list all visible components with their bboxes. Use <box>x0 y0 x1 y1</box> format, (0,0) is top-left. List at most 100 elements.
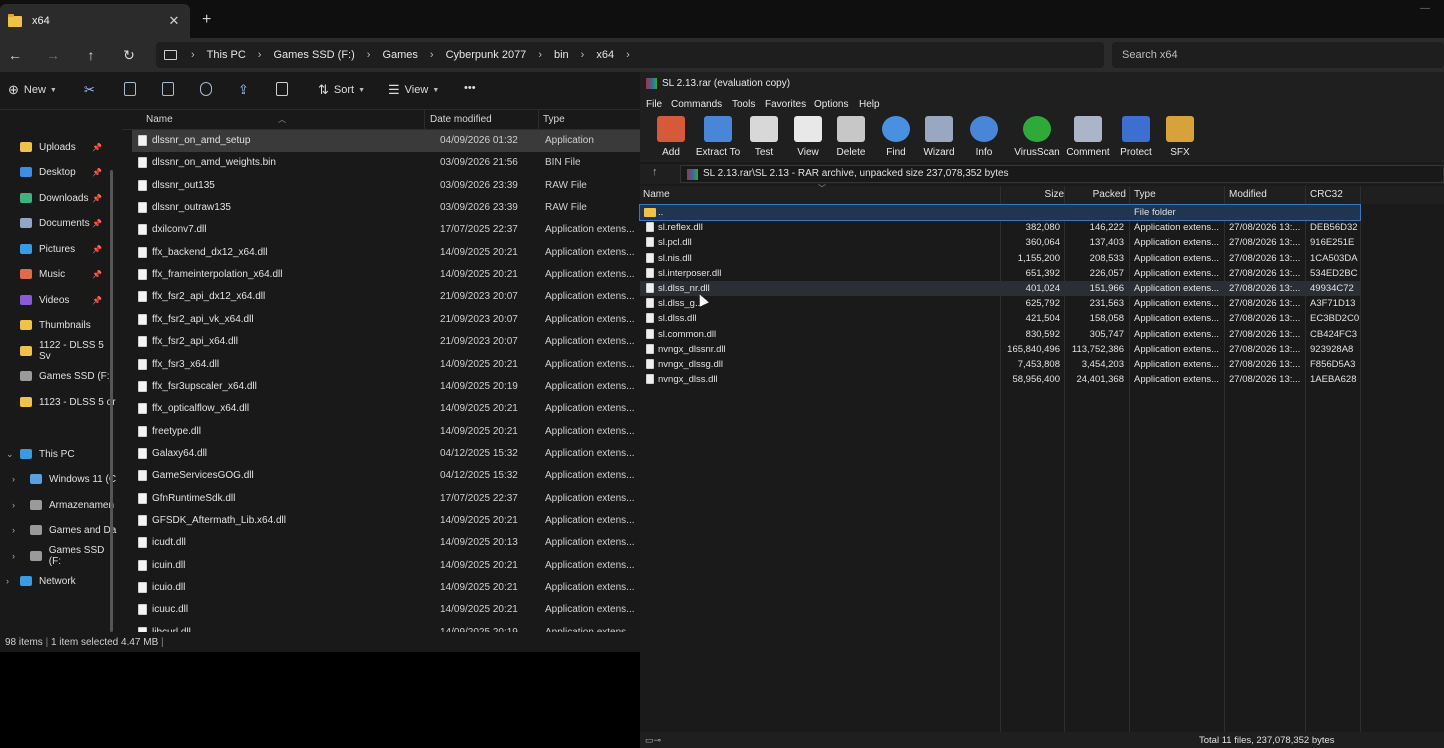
chevron-right-icon[interactable]: › <box>12 500 15 510</box>
archive-row[interactable]: sl.interposer.dll 651,392 226,057 Applicati… <box>640 266 1360 281</box>
file-row[interactable]: dlssnr_out135 03/09/2026 23:39 RAW File <box>132 175 640 197</box>
breadcrumb-bin[interactable]: bin <box>554 49 569 61</box>
tree-item-windows-11-c[interactable]: › Windows 11 (C <box>0 468 118 490</box>
tree-item-this-pc[interactable]: ⌄ This PC <box>0 443 118 465</box>
refresh-icon[interactable]: ↻ <box>118 44 140 66</box>
menu-options[interactable]: Options <box>814 99 848 110</box>
chevron-right-icon[interactable]: › <box>12 551 15 561</box>
file-row[interactable]: freetype.dll 14/09/2025 20:21 Application … <box>132 421 640 443</box>
column-name[interactable]: Name <box>643 189 670 200</box>
toolbar-sfx-button[interactable]: SFX <box>1154 116 1206 162</box>
sort-button[interactable]: ⇅ Sort ▼ <box>318 82 365 98</box>
view-button[interactable]: ☰ View ▼ <box>388 82 439 98</box>
file-row[interactable]: ffx_fsr2_api_vk_x64.dll 21/09/2023 20:07 A… <box>132 309 640 331</box>
file-row[interactable]: libcurl.dll14/09/2025 20:19Application e… <box>132 622 640 632</box>
breadcrumb[interactable]: › This PC › Games SSD (F:) › Games › Cyb… <box>156 42 1104 68</box>
file-row[interactable]: GFSDK_Aftermath_Lib.x64.dll 14/09/2025 20… <box>132 510 640 532</box>
nav-item-games-ssd-f-[interactable]: Games SSD (F:) <box>0 365 118 387</box>
file-row[interactable]: icuin.dll 14/09/2025 20:21 Application ext… <box>132 555 640 577</box>
nav-item-videos[interactable]: Videos 📌 <box>0 289 118 311</box>
forward-icon[interactable]: → <box>42 44 64 66</box>
breadcrumb-games[interactable]: Games <box>382 49 417 61</box>
file-row[interactable]: icuio.dll 14/09/2025 20:21 Application ext… <box>132 577 640 599</box>
column-name[interactable]: Name <box>146 114 173 125</box>
file-row[interactable]: ffx_opticalflow_x64.dll 14/09/2025 20:21 A… <box>132 398 640 420</box>
minimize-icon[interactable]: — <box>1420 3 1430 14</box>
parent-folder-row[interactable]: .. File folder <box>639 204 1361 221</box>
menu-file[interactable]: File <box>646 99 662 110</box>
file-row[interactable]: dlssnr_on_amd_setup 04/09/2026 01:32 Appli… <box>132 130 640 152</box>
column-divider[interactable] <box>538 110 539 130</box>
file-row[interactable]: dlssnr_outraw135 03/09/2026 23:39 RAW File <box>132 197 640 219</box>
menu-commands[interactable]: Commands <box>671 99 722 110</box>
file-row[interactable]: ffx_fsr3upscaler_x64.dll 14/09/2025 20:19… <box>132 376 640 398</box>
column-crc32[interactable]: CRC32 <box>1310 189 1343 200</box>
file-row[interactable]: ffx_fsr2_api_dx12_x64.dll 21/09/2023 20:0… <box>132 286 640 308</box>
new-tab-button[interactable]: + <box>202 11 211 29</box>
nav-scrollbar[interactable] <box>110 170 113 632</box>
nav-item-pictures[interactable]: Pictures 📌 <box>0 238 118 260</box>
chevron-right-icon[interactable]: › <box>6 576 9 586</box>
tab-x64[interactable]: x64 ✕ <box>0 4 190 38</box>
cut-icon[interactable]: ✂ <box>84 82 100 98</box>
archive-row[interactable]: sl.common.dll 830,592 305,747 Application e… <box>640 327 1360 342</box>
nav-item-music[interactable]: Music 📌 <box>0 263 118 285</box>
archive-row[interactable]: nvngx_dlssg.dll 7,453,808 3,454,203 Applica… <box>640 357 1360 372</box>
delete-icon[interactable] <box>276 82 288 96</box>
column-type[interactable]: Type <box>1134 189 1156 200</box>
nav-item-thumbnails[interactable]: Thumbnails <box>0 314 118 336</box>
breadcrumb-x64[interactable]: x64 <box>596 49 614 61</box>
file-row[interactable]: ffx_backend_dx12_x64.dll 14/09/2025 20:21… <box>132 242 640 264</box>
toolbar-virusscan-button[interactable]: VirusScan <box>1011 116 1063 162</box>
toolbar-extract-to-button[interactable]: Extract To <box>692 116 744 162</box>
archive-row[interactable]: nvngx_dlss.dll 58,956,400 24,401,368 Applic… <box>640 372 1360 387</box>
new-button[interactable]: ⊕ New ▼ <box>8 82 57 98</box>
column-type[interactable]: Type <box>543 114 565 125</box>
chevron-right-icon[interactable]: › <box>12 525 15 535</box>
archive-row[interactable]: sl.dlss.dll 421,504 158,058 Application ext… <box>640 311 1360 326</box>
breadcrumb-games-ssd[interactable]: Games SSD (F:) <box>273 49 354 61</box>
file-row[interactable]: GfnRuntimeSdk.dll 17/07/2025 22:37 Applica… <box>132 488 640 510</box>
column-packed[interactable]: Packed <box>1093 189 1126 200</box>
file-row[interactable]: dlssnr_on_amd_weights.bin 03/09/2026 21:5… <box>132 152 640 174</box>
back-icon[interactable]: ← <box>4 44 26 66</box>
column-divider[interactable] <box>424 110 425 130</box>
nav-item-1123-dlss-5-or[interactable]: 1123 - DLSS 5 or <box>0 391 118 413</box>
menu-help[interactable]: Help <box>859 99 880 110</box>
file-row[interactable]: icudt.dll 14/09/2025 20:13 Application ext… <box>132 532 640 554</box>
menu-favorites[interactable]: Favorites <box>765 99 806 110</box>
more-options-icon[interactable]: ••• <box>464 82 476 94</box>
breadcrumb-chevron-icon[interactable]: › <box>626 49 630 61</box>
breadcrumb-cyberpunk[interactable]: Cyberpunk 2077 <box>446 49 527 61</box>
copy-icon[interactable] <box>124 82 136 96</box>
up-icon[interactable]: ↑ <box>80 44 102 66</box>
rename-icon[interactable] <box>200 82 212 96</box>
nav-item-documents[interactable]: Documents 📌 <box>0 212 118 234</box>
nav-item-uploads[interactable]: Uploads 📌 <box>0 136 118 158</box>
file-row[interactable]: dxilconv7.dll 17/07/2025 22:37 Application… <box>132 219 640 241</box>
chevron-down-icon[interactable]: ⌄ <box>6 449 14 460</box>
toolbar-info-button[interactable]: Info <box>958 116 1010 162</box>
archive-row[interactable]: sl.reflex.dll 382,080 146,222 Application e… <box>640 220 1360 235</box>
tree-item-games-and-da[interactable]: › Games and Da <box>0 519 118 541</box>
tree-item-armazenamen[interactable]: › Armazenamen <box>0 494 118 516</box>
breadcrumb-this-pc[interactable]: This PC <box>207 49 246 61</box>
file-row[interactable]: ffx_fsr2_api_x64.dll 21/09/2023 20:07 Appl… <box>132 331 640 353</box>
file-row[interactable]: GameServicesGOG.dll 04/12/2025 15:32 Appli… <box>132 465 640 487</box>
archive-row[interactable]: sl.pcl.dll 360,064 137,403 Application exte… <box>640 235 1360 250</box>
paste-icon[interactable] <box>162 82 174 96</box>
column-size[interactable]: Size <box>1045 189 1064 200</box>
file-row[interactable]: Galaxy64.dll 04/12/2025 15:32 Application … <box>132 443 640 465</box>
file-row[interactable]: icuuc.dll 14/09/2025 20:21 Application ext… <box>132 599 640 621</box>
archive-row[interactable]: sl.nis.dll 1,155,200 208,533 Application ex… <box>640 251 1360 266</box>
archive-row[interactable]: nvngx_dlssnr.dll 165,840,496 113,752,386 Ap… <box>640 342 1360 357</box>
file-row[interactable]: ffx_frameinterpolation_x64.dll 14/09/2025… <box>132 264 640 286</box>
search-input[interactable]: Search x64 <box>1112 42 1444 68</box>
column-modified[interactable]: Modified <box>1229 189 1267 200</box>
nav-item-1122-dlss-5-sv[interactable]: 1122 - DLSS 5 Sv <box>0 340 118 362</box>
toolbar-add-button[interactable]: Add <box>645 116 697 162</box>
archive-row[interactable]: sl.dlss_g... 625,792 231,563 Application ex… <box>640 296 1360 311</box>
close-tab-icon[interactable]: ✕ <box>166 13 182 29</box>
column-date-modified[interactable]: Date modified <box>430 114 492 125</box>
nav-item-downloads[interactable]: Downloads 📌 <box>0 187 118 209</box>
